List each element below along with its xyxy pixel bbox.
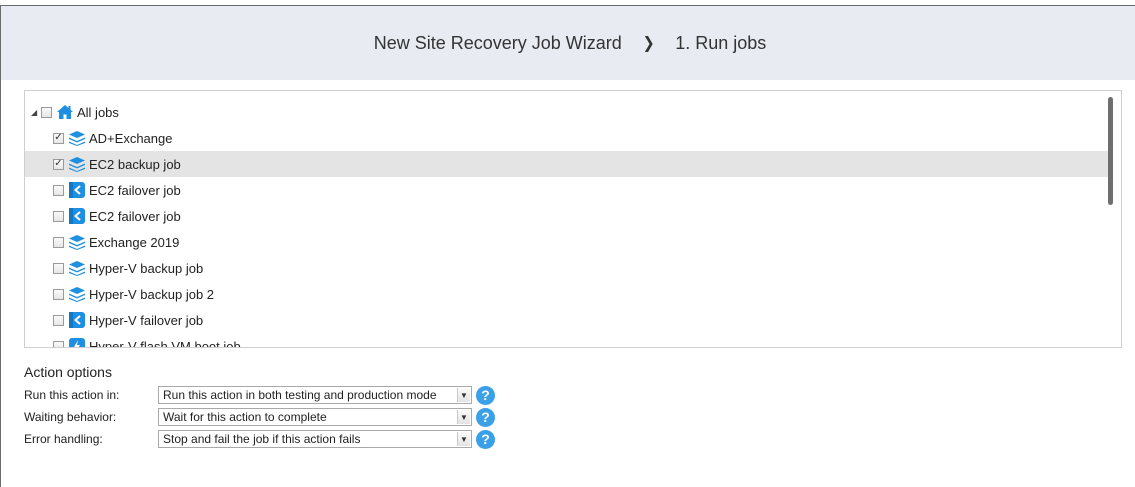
job-checkbox[interactable] [53,262,64,274]
checkbox-all-jobs[interactable] [41,106,52,118]
error-row: Error handling: Stop and fail the job if… [24,429,495,449]
tree-item-job[interactable]: EC2 failover job [25,203,1108,229]
job-checkbox[interactable] [53,288,64,300]
job-checkbox[interactable]: ✓ [53,158,64,170]
tree-item-label: AD+Exchange [89,130,173,146]
tree-item-label: Hyper-V failover job [89,312,204,328]
tree-item-label: Exchange 2019 [89,234,180,250]
run-in-label: Run this action in: [24,388,120,402]
backup-job-icon [67,129,86,148]
tree-item-job[interactable]: EC2 failover job [25,177,1108,203]
tree-root-all-jobs[interactable]: ◢ All jobs [25,99,1108,125]
error-select[interactable]: Stop and fail the job if this action fai… [158,430,472,448]
home-icon [55,103,74,122]
tree-item-label: EC2 failover job [89,208,181,224]
action-options-title: Action options [24,364,112,380]
job-checkbox[interactable] [53,340,64,347]
error-value: Stop and fail the job if this action fai… [163,432,361,446]
tree-item-label: Hyper-V backup job [89,260,204,276]
tree-item-job[interactable]: Hyper-V failover job [25,307,1108,333]
backup-job-icon [67,285,86,304]
tree-item-label: Hyper-V flash VM boot job [89,338,241,348]
waiting-select[interactable]: Wait for this action to complete ▼ [158,408,472,426]
chevron-right-icon: ❯ [642,35,655,52]
wizard-title: New Site Recovery Job Wizard [373,32,622,53]
failover-job-icon [67,207,86,226]
failover-job-icon [67,311,86,330]
collapse-triangle-icon[interactable]: ◢ [31,108,41,117]
waiting-value: Wait for this action to complete [163,410,327,424]
help-icon[interactable]: ? [476,429,495,449]
wizard-header: New Site Recovery Job Wizard ❯ 1. Run jo… [1,6,1135,80]
tree-scrollbar[interactable] [1108,97,1113,205]
breadcrumb: New Site Recovery Job Wizard ❯ 1. Run jo… [374,33,767,54]
chevron-down-icon[interactable]: ▼ [457,432,470,446]
tree-item-label: EC2 failover job [89,182,181,198]
chevron-down-icon[interactable]: ▼ [457,388,470,402]
chevron-down-icon[interactable]: ▼ [457,410,470,424]
job-checkbox[interactable]: ✓ [53,132,64,144]
tree-item-job[interactable]: Hyper-V backup job 2 [25,281,1108,307]
backup-job-icon [67,155,86,174]
job-checkbox[interactable] [53,210,64,222]
tree-item-job[interactable]: Hyper-V backup job [25,255,1108,281]
jobs-tree[interactable]: ◢ All jobs ✓ AD+Exchange ✓ EC2 backup job EC… [24,90,1122,348]
help-icon[interactable]: ? [476,385,495,405]
tree-item-label: Hyper-V backup job 2 [89,286,215,302]
tree-item-job[interactable]: ✓ EC2 backup job [25,151,1108,177]
tree-item-job[interactable]: Exchange 2019 [25,229,1108,255]
waiting-row: Waiting behavior: Wait for this action t… [24,407,495,427]
tree-item-label: All jobs [77,104,119,120]
error-label: Error handling: [24,432,103,446]
run-in-value: Run this action in both testing and prod… [163,388,437,402]
run-in-row: Run this action in: Run this action in b… [24,385,495,405]
failover-job-icon [67,181,86,200]
backup-job-icon [67,259,86,278]
tree-item-job[interactable]: Hyper-V flash VM boot job [25,333,1108,348]
help-icon[interactable]: ? [476,407,495,427]
job-checkbox[interactable] [53,314,64,326]
run-in-select[interactable]: Run this action in both testing and prod… [158,386,472,404]
tree-item-job[interactable]: ✓ AD+Exchange [25,125,1108,151]
job-checkbox[interactable] [53,236,64,248]
step-title: 1. Run jobs [675,32,767,53]
waiting-label: Waiting behavior: [24,410,117,424]
tree-item-label: EC2 backup job [89,156,181,172]
job-checkbox[interactable] [53,184,64,196]
flash-boot-job-icon [67,337,86,347]
backup-job-icon [67,233,86,252]
